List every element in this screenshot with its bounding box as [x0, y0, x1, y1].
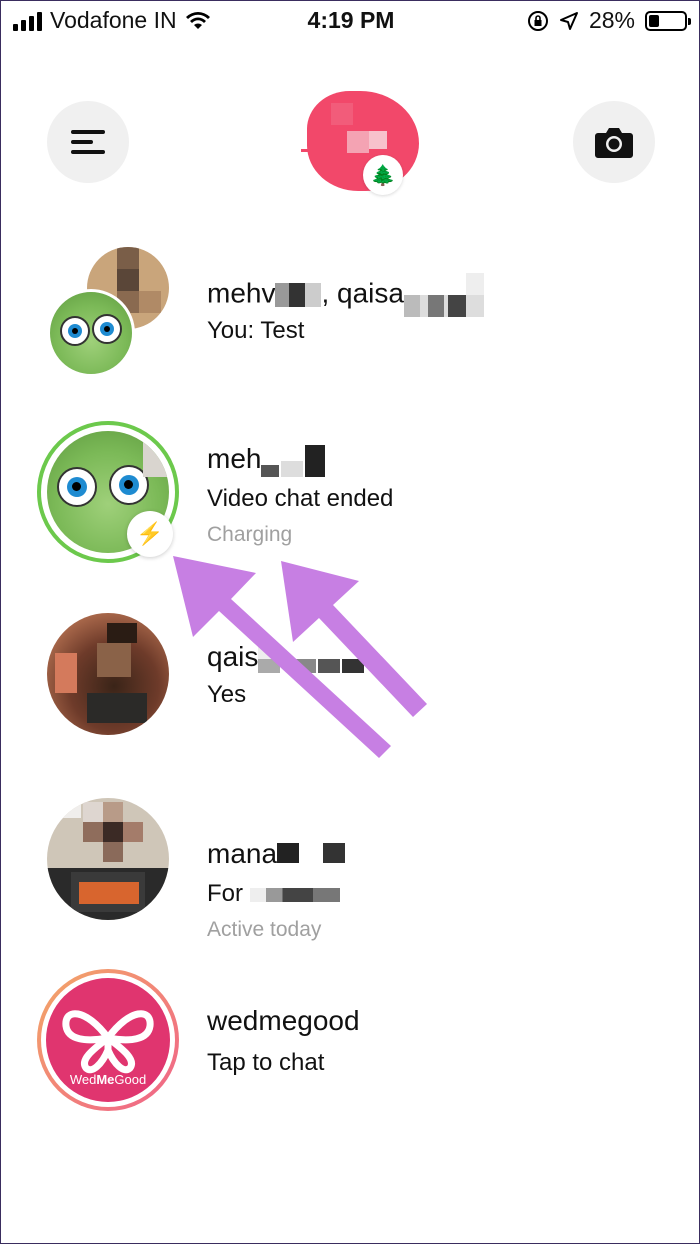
wedmegood-logo: WedMeGood: [46, 978, 170, 1102]
camera-button[interactable]: [573, 101, 655, 183]
chat-row[interactable]: qais Yes: [1, 611, 700, 761]
chat-status: Active today: [207, 918, 322, 941]
battery-fill: [649, 14, 659, 27]
chat-last-message: You: Test: [207, 317, 305, 344]
location-arrow-icon: [559, 11, 578, 30]
menu-button[interactable]: [47, 101, 129, 183]
logo-wordmark: WedMeGood: [69, 1072, 147, 1087]
chat-last-message: For: [207, 880, 340, 908]
status-bar: Vodafone IN 4:19 PM 28%: [1, 1, 700, 41]
profile-avatar[interactable]: 🌲: [301, 91, 419, 195]
group-avatar-front: [47, 289, 135, 377]
chat-name: meh: [207, 443, 326, 477]
chat-avatar: [47, 613, 169, 735]
chat-last-message: Tap to chat: [207, 1049, 325, 1076]
hamburger-menu-icon: [71, 124, 105, 160]
battery-percent: 28%: [588, 7, 635, 33]
chat-last-message: Video chat ended: [207, 485, 394, 512]
chat-row[interactable]: ⚡ meh Video chat ended Charging: [1, 421, 700, 571]
chat-row[interactable]: mehv, qaisa You: Test: [1, 231, 700, 381]
lightning-badge-icon: ⚡: [127, 511, 173, 557]
chat-name: mehv, qaisa: [207, 273, 484, 317]
status-right: 28%: [527, 7, 691, 34]
chat-row[interactable]: WedMeGood wedmegood Tap to chat: [1, 969, 700, 1119]
chat-status: Charging: [207, 523, 293, 546]
chat-avatar: [47, 798, 169, 920]
chat-name: qais: [207, 641, 365, 673]
camera-icon: [595, 128, 633, 158]
tree-badge-icon: 🌲: [363, 155, 403, 195]
rotation-lock-icon: [527, 10, 548, 31]
battery-icon: [645, 10, 691, 31]
chat-last-message: Yes: [207, 681, 247, 708]
chat-row[interactable]: mana For Active today: [1, 796, 700, 946]
chat-name: wedmegood: [207, 1005, 360, 1036]
chat-name: mana: [207, 838, 347, 870]
